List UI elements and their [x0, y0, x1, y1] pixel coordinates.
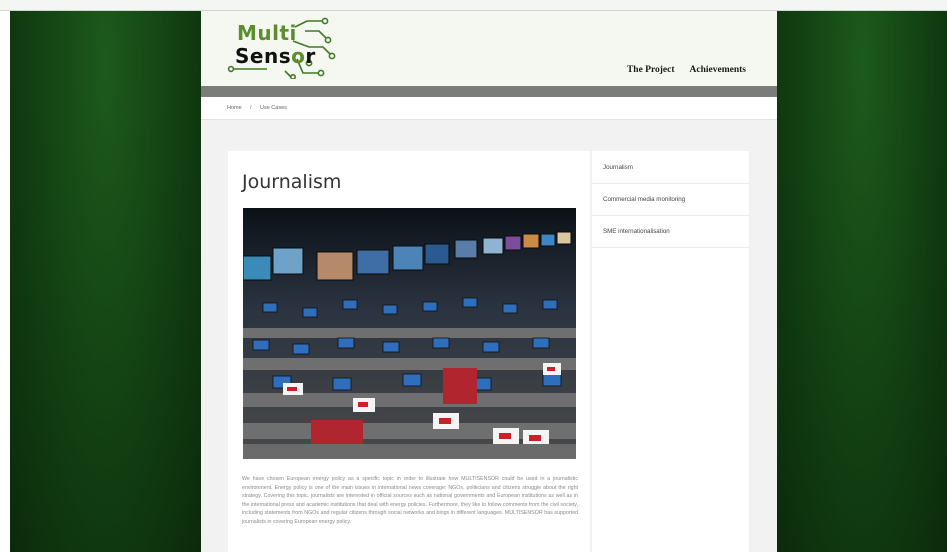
newsroom-image [243, 208, 576, 459]
site-logo[interactable]: Multi Sensor [227, 17, 343, 79]
browser-top-strip [0, 0, 947, 11]
page-title: Journalism [242, 171, 342, 193]
sidebar-item-sme-internationalisation[interactable]: SME internationalisation [592, 215, 749, 248]
page-edge [0, 11, 10, 552]
background-left [10, 11, 201, 552]
nav-achievements[interactable]: Achievements [690, 65, 746, 75]
breadcrumb: Home / Use Cases [201, 97, 777, 120]
sidebar-item-label: SME internationalisation [603, 228, 670, 235]
newsroom-photo [243, 208, 576, 459]
logo-wordmark-bottom: Sensor [235, 44, 316, 68]
background-right [777, 11, 947, 552]
sidebar-item-commercial-media-monitoring[interactable]: Commercial media monitoring [592, 183, 749, 216]
site-header: Multi Sensor The Project Achievements [201, 11, 777, 86]
sidebar-nav: Journalism Commercial media monitoring S… [592, 151, 749, 552]
sidebar-item-journalism[interactable]: Journalism [592, 151, 749, 184]
breadcrumb-current[interactable]: Use Cases [260, 105, 287, 111]
page-container: Multi Sensor The Project Achievements Ho… [201, 11, 777, 552]
header-divider-bar [201, 86, 777, 97]
body-paragraph: We have chosen European energy policy as… [242, 476, 578, 525]
nav-the-project[interactable]: The Project [627, 65, 675, 75]
sidebar-item-label: Journalism [603, 164, 633, 171]
main-nav: The Project Achievements [627, 65, 746, 75]
sidebar-item-label: Commercial media monitoring [603, 196, 686, 203]
content-card: Journalism We have chosen European energ… [228, 151, 590, 552]
logo-wordmark-top: Multi [237, 21, 297, 45]
breadcrumb-home[interactable]: Home [227, 105, 242, 111]
breadcrumb-separator: / [250, 105, 252, 111]
